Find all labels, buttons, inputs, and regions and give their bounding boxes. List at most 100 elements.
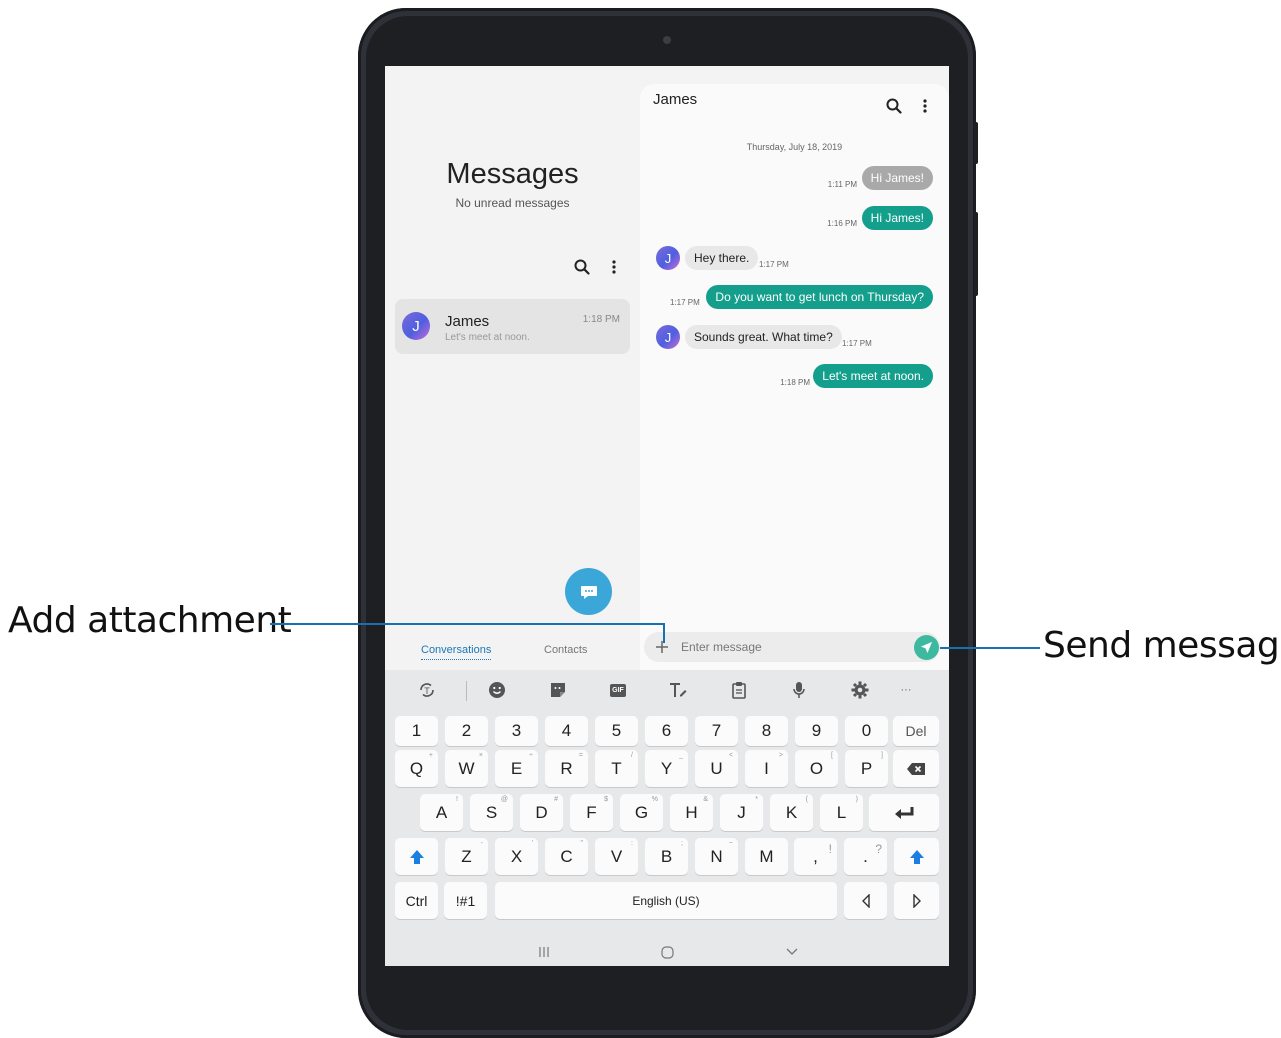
message-time: 1:17 PM bbox=[759, 260, 789, 269]
settings-gear-icon[interactable] bbox=[848, 680, 872, 700]
key-l[interactable]: L) bbox=[820, 794, 863, 831]
key-m[interactable]: M bbox=[745, 838, 788, 875]
home-icon[interactable] bbox=[657, 944, 677, 960]
message-bubble-outgoing[interactable]: Let's meet at noon. bbox=[813, 364, 933, 388]
key-label: 9 bbox=[811, 721, 822, 740]
cursor-left-key[interactable] bbox=[844, 882, 887, 919]
enter-key[interactable] bbox=[869, 794, 939, 831]
key-label: C bbox=[560, 846, 573, 866]
key-y[interactable]: Y _ bbox=[645, 750, 688, 787]
shift-key-right[interactable] bbox=[894, 838, 939, 875]
toolbar-divider bbox=[466, 681, 467, 701]
key-f[interactable]: F $ bbox=[570, 794, 613, 831]
date-divider: Thursday, July 18, 2019 bbox=[746, 142, 843, 152]
key-t[interactable]: T / bbox=[595, 750, 638, 787]
more-options-icon[interactable] bbox=[603, 256, 625, 278]
text-prediction-icon[interactable]: T bbox=[415, 680, 439, 700]
add-attachment-icon[interactable] bbox=[652, 637, 672, 657]
annotation-line-attachment-drop bbox=[663, 623, 665, 643]
key-label: 1 bbox=[411, 721, 422, 740]
backspace-key[interactable] bbox=[893, 750, 939, 787]
key-label: A bbox=[435, 802, 448, 822]
message-bubble-outgoing[interactable]: Hi James! bbox=[861, 166, 933, 190]
key-w[interactable]: W × bbox=[445, 750, 488, 787]
key-p[interactable]: P] bbox=[845, 750, 888, 787]
key-sup-label: : bbox=[631, 840, 633, 847]
send-button[interactable] bbox=[914, 635, 939, 660]
key-e[interactable]: E ÷ bbox=[495, 750, 538, 787]
message-bubble-outgoing[interactable]: Hi James! bbox=[861, 206, 933, 230]
key-s[interactable]: S @ bbox=[470, 794, 513, 831]
key-b[interactable]: B; bbox=[645, 838, 688, 875]
microphone-icon[interactable] bbox=[787, 680, 811, 700]
annotation-add-attachment: Add attachment bbox=[8, 600, 292, 641]
delete-key[interactable]: Del bbox=[893, 716, 939, 746]
key-j[interactable]: J * bbox=[720, 794, 763, 831]
key-sup-label: + bbox=[428, 752, 433, 759]
key-o[interactable]: O[ bbox=[795, 750, 838, 787]
key-8[interactable]: 8 bbox=[745, 716, 788, 746]
compose-button[interactable] bbox=[565, 568, 612, 615]
key-x[interactable]: X ' bbox=[495, 838, 538, 875]
key-a[interactable]: A! bbox=[420, 794, 463, 831]
message-bubble-incoming[interactable]: Sounds great. What time? bbox=[685, 325, 842, 349]
gif-icon[interactable]: GIF bbox=[606, 680, 630, 700]
sticker-icon[interactable] bbox=[546, 680, 570, 700]
key-h[interactable]: H & bbox=[670, 794, 713, 831]
key-z[interactable]: Z- bbox=[445, 838, 488, 875]
key-k[interactable]: K( bbox=[770, 794, 813, 831]
key-label: 6 bbox=[661, 721, 672, 740]
key-label: I bbox=[764, 758, 769, 778]
key-c[interactable]: C " bbox=[545, 838, 588, 875]
recent-apps-icon[interactable] bbox=[534, 944, 554, 960]
emoji-icon[interactable] bbox=[485, 680, 509, 700]
symbols-key[interactable]: !#1 bbox=[444, 882, 487, 919]
key-label: 4 bbox=[561, 721, 572, 740]
key-n[interactable]: N ~ bbox=[695, 838, 738, 875]
key-label: V bbox=[610, 846, 623, 866]
space-key[interactable]: English (US) bbox=[495, 882, 837, 919]
chat-more-options-icon[interactable] bbox=[914, 95, 936, 117]
key-i[interactable]: I > bbox=[745, 750, 788, 787]
key-0[interactable]: 0 bbox=[845, 716, 888, 746]
key-sup-label: ! bbox=[456, 796, 458, 803]
keyboard-toolbar: T GIF ··· bbox=[385, 670, 949, 710]
key-g[interactable]: G% bbox=[620, 794, 663, 831]
key-d[interactable]: D # bbox=[520, 794, 563, 831]
avatar: J bbox=[402, 312, 430, 340]
tab-conversations[interactable]: Conversations bbox=[421, 644, 492, 660]
search-icon[interactable] bbox=[571, 256, 593, 278]
key-label: S bbox=[485, 802, 498, 822]
key-v[interactable]: V: bbox=[595, 838, 638, 875]
clipboard-icon[interactable] bbox=[727, 680, 751, 700]
message-bubble-incoming[interactable]: Hey there. bbox=[685, 246, 759, 270]
key-label: O bbox=[809, 758, 824, 778]
cursor-right-key[interactable] bbox=[894, 882, 939, 919]
hide-keyboard-icon[interactable] bbox=[782, 944, 802, 960]
key-q[interactable]: Q + bbox=[395, 750, 438, 787]
shift-key-left[interactable] bbox=[395, 838, 438, 875]
key-sup-label: @ bbox=[500, 796, 508, 803]
text-style-icon[interactable] bbox=[666, 680, 690, 700]
message-input[interactable]: Enter message bbox=[681, 640, 762, 654]
key-4[interactable]: 4 bbox=[545, 716, 588, 746]
key-5[interactable]: 5 bbox=[595, 716, 638, 746]
key-label: F bbox=[586, 802, 597, 822]
key-u[interactable]: U < bbox=[695, 750, 738, 787]
key-2[interactable]: 2 bbox=[445, 716, 488, 746]
key-3[interactable]: 3 bbox=[495, 716, 538, 746]
comma-sup: ! bbox=[828, 842, 832, 856]
comma-key[interactable]: ,! bbox=[794, 838, 837, 875]
conversation-item[interactable]: J James Let's meet at noon. 1:18 PM bbox=[395, 299, 630, 354]
tab-contacts[interactable]: Contacts bbox=[544, 644, 587, 656]
more-tools-icon[interactable]: ··· bbox=[894, 680, 918, 700]
key-6[interactable]: 6 bbox=[645, 716, 688, 746]
key-9[interactable]: 9 bbox=[795, 716, 838, 746]
message-bubble-outgoing[interactable]: Do you want to get lunch on Thursday? bbox=[706, 285, 933, 309]
key-7[interactable]: 7 bbox=[695, 716, 738, 746]
chat-search-icon[interactable] bbox=[883, 95, 905, 117]
period-key[interactable]: .? bbox=[844, 838, 887, 875]
key-r[interactable]: R = bbox=[545, 750, 588, 787]
key-1[interactable]: 1 bbox=[395, 716, 438, 746]
ctrl-key[interactable]: Ctrl bbox=[395, 882, 438, 919]
